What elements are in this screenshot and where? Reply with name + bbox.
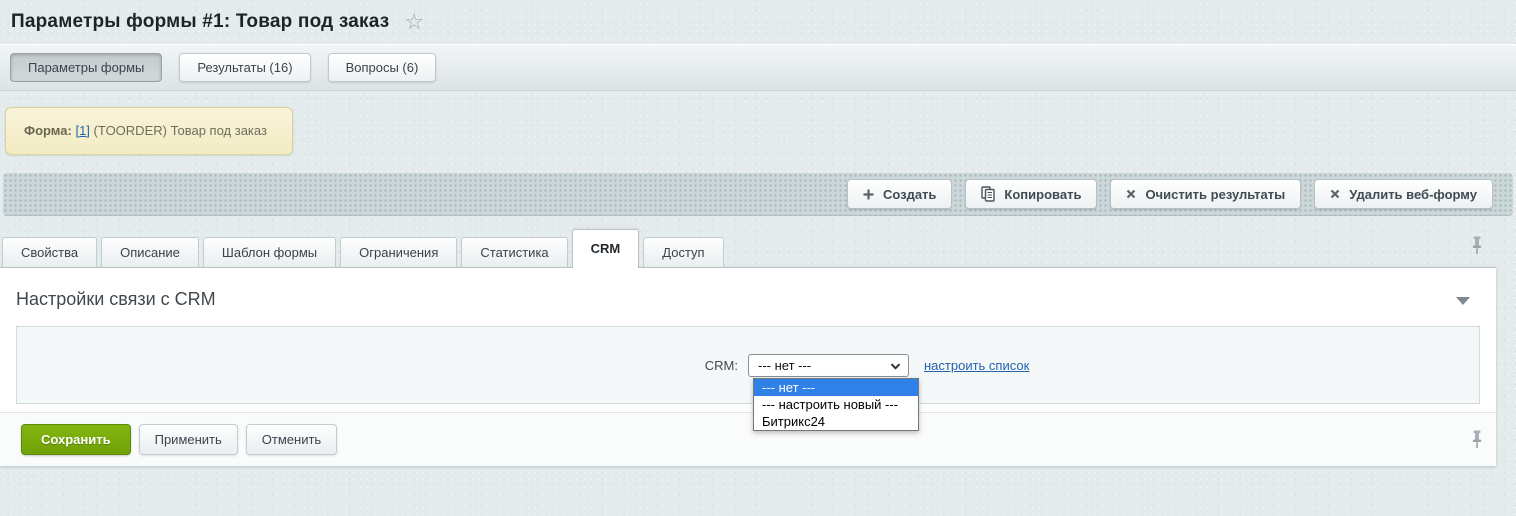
- cancel-button[interactable]: Отменить: [246, 424, 337, 455]
- x-icon: [1330, 189, 1340, 199]
- view-tabs-bar: Параметры формы Результаты (16) Вопросы …: [0, 44, 1516, 91]
- crm-settings-panel: Настройки связи с CRM CRM: --- нет --- н…: [0, 267, 1496, 466]
- pin-icon[interactable]: [1470, 235, 1484, 258]
- view-tab-questions[interactable]: Вопросы (6): [328, 53, 437, 82]
- crm-select-value: --- нет ---: [758, 358, 811, 373]
- favorite-star-icon[interactable]: ☆: [404, 11, 424, 33]
- dropdown-option-bitrix24[interactable]: Битрикс24: [754, 413, 918, 430]
- x-icon: [1126, 189, 1136, 199]
- tab-form-template[interactable]: Шаблон формы: [203, 237, 336, 267]
- crm-select-dropdown: --- нет --- --- настроить новый --- Битр…: [753, 378, 919, 431]
- clear-results-label: Очистить результаты: [1145, 187, 1285, 202]
- apply-button[interactable]: Применить: [139, 424, 238, 455]
- crm-field-label: CRM:: [17, 358, 748, 373]
- delete-form-label: Удалить веб-форму: [1349, 187, 1477, 202]
- collapse-section-icon[interactable]: [1456, 297, 1470, 305]
- dropdown-option-configure-new[interactable]: --- настроить новый ---: [754, 396, 918, 413]
- form-info-text: (TOORDER) Товар под заказ: [90, 123, 267, 138]
- crm-field-row: CRM: --- нет --- настроить список: [17, 354, 1479, 377]
- page: { "title": "Параметры формы #1: Товар по…: [0, 0, 1516, 516]
- section-title: Настройки связи с CRM: [16, 289, 216, 309]
- tab-properties[interactable]: Свойства: [2, 237, 97, 267]
- tab-access[interactable]: Доступ: [643, 237, 723, 267]
- delete-form-button[interactable]: Удалить веб-форму: [1314, 179, 1493, 209]
- form-footer: Сохранить Применить Отменить: [0, 412, 1496, 466]
- tab-crm[interactable]: CRM: [572, 229, 640, 268]
- copy-button[interactable]: Копировать: [965, 179, 1097, 209]
- dropdown-option-none[interactable]: --- нет ---: [754, 379, 918, 396]
- tab-description[interactable]: Описание: [101, 237, 199, 267]
- tab-statistics[interactable]: Статистика: [461, 237, 567, 267]
- view-tab-results[interactable]: Результаты (16): [179, 53, 310, 82]
- view-tab-form-params[interactable]: Параметры формы: [10, 53, 162, 82]
- create-button-label: Создать: [883, 187, 936, 202]
- save-button[interactable]: Сохранить: [21, 424, 131, 455]
- form-info-label: Форма:: [24, 123, 72, 138]
- form-info-box: Форма: [1] (TOORDER) Товар под заказ: [5, 107, 293, 155]
- settings-tabs: Свойства Описание Шаблон формы Ограничен…: [0, 228, 1496, 267]
- pin-icon[interactable]: [1470, 429, 1484, 452]
- crm-select[interactable]: --- нет ---: [748, 354, 909, 377]
- plus-icon: [863, 189, 874, 200]
- page-title: Параметры формы #1: Товар под заказ: [11, 11, 389, 33]
- configure-list-link[interactable]: настроить список: [924, 358, 1029, 373]
- create-button[interactable]: Создать: [847, 179, 952, 209]
- action-toolbar: Создать Копировать Очистить результаты У…: [3, 173, 1513, 216]
- page-header: Параметры формы #1: Товар под заказ ☆: [0, 0, 1516, 44]
- crm-field-area: CRM: --- нет --- настроить список: [16, 326, 1480, 404]
- copy-button-label: Копировать: [1004, 187, 1081, 202]
- copy-icon: [981, 186, 995, 202]
- chevron-down-icon: [890, 358, 901, 373]
- tab-restrictions[interactable]: Ограничения: [340, 237, 457, 267]
- section-header: Настройки связи с CRM: [0, 268, 1496, 326]
- clear-results-button[interactable]: Очистить результаты: [1110, 179, 1301, 209]
